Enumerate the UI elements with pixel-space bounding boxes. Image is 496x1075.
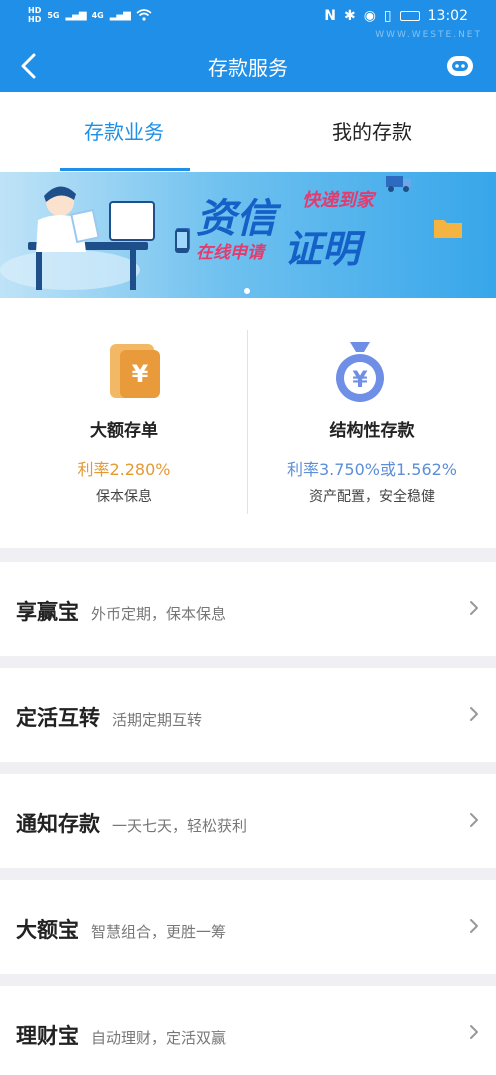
- banner-text-main-left: 资信: [196, 196, 276, 242]
- list-item-title: 通知存款: [16, 812, 100, 836]
- list-item-title: 大额宝: [16, 918, 79, 942]
- tab-bar: 存款业务 我的存款: [0, 92, 496, 172]
- list-item-subtitle: 外币定期，保本保息: [91, 605, 227, 623]
- list-item-subtitle: 智慧组合，更胜一筹: [91, 923, 227, 941]
- hd-indicator: HD HD: [28, 6, 42, 24]
- list-item-subtitle: 一天七天，轻松获利: [112, 817, 248, 835]
- product-rate: 利率2.280%: [77, 460, 171, 479]
- list-item-title: 理财宝: [16, 1024, 79, 1048]
- product-name: 结构性存款: [329, 421, 415, 441]
- product-desc: 资产配置，安全稳健: [309, 489, 435, 505]
- status-time: 13:02: [427, 8, 468, 24]
- nfc-icon: N: [324, 8, 336, 24]
- signal-icon: ▂▄▆: [65, 9, 86, 21]
- tab-deposit-business[interactable]: 存款业务: [0, 116, 248, 145]
- vibrate-icon: ▯: [383, 8, 392, 24]
- list-item-subtitle: 活期定期互转: [112, 711, 203, 729]
- folder-icon: [434, 220, 462, 238]
- list-item-title: 享赢宝: [16, 600, 79, 624]
- product-large-cd[interactable]: ¥ 大额存单 利率2.280% 保本保息: [0, 298, 248, 548]
- product-structured-deposit[interactable]: ¥ 结构性存款 利率3.750%或1.562% 资产配置，安全稳健: [248, 298, 496, 548]
- chevron-right-icon: [470, 1025, 478, 1039]
- wifi-icon: [136, 9, 152, 21]
- list-item-daebao[interactable]: 大额宝 智慧组合，更胜一筹: [0, 880, 496, 974]
- list-item-title: 定活互转: [16, 706, 100, 730]
- list-item-subtitle: 自动理财，定活双赢: [91, 1029, 227, 1047]
- active-tab-indicator: [60, 168, 190, 171]
- list-item-licaibao[interactable]: 理财宝 自动理财，定活双赢: [0, 986, 496, 1075]
- product-cards: ¥ 大额存单 利率2.280% 保本保息 ¥ 结构性存款 利率3.750%或1.…: [0, 298, 496, 548]
- page-title: 存款服务: [208, 56, 288, 80]
- phone-icon: [175, 229, 189, 253]
- list-item-xiangyingbao[interactable]: 享赢宝 外币定期，保本保息: [0, 562, 496, 656]
- product-rate: 利率3.750%或1.562%: [286, 460, 458, 479]
- list-item-transfer[interactable]: 定活互转 活期定期互转: [0, 668, 496, 762]
- chevron-right-icon: [470, 707, 478, 721]
- banner-page-dot: [244, 288, 250, 294]
- banner-text-main-right: 证明: [284, 227, 361, 271]
- svg-text:¥: ¥: [132, 360, 149, 388]
- signal-icon: ▂▄▆: [109, 9, 131, 21]
- location-icon: ◉: [363, 8, 376, 24]
- yen-card-icon: ¥: [110, 344, 160, 398]
- product-desc: 保本保息: [96, 489, 152, 505]
- money-bag-icon: ¥: [336, 342, 384, 402]
- tab-my-deposits[interactable]: 我的存款: [248, 116, 496, 145]
- status-bar: HD HD 5G ▂▄▆ 4G ▂▄▆ N ✱ ◉ ▯ 13:02 WWW.WE…: [0, 0, 496, 40]
- robot-assistant-icon[interactable]: [444, 52, 476, 80]
- network-4g-label: 4G: [91, 10, 104, 20]
- product-name: 大额存单: [90, 421, 158, 441]
- network-5g-label: 5G: [47, 10, 60, 20]
- promo-banner[interactable]: 资信 快递到家 在线申请 证明: [0, 172, 496, 298]
- list-item-notice-deposit[interactable]: 通知存款 一天七天，轻松获利: [0, 774, 496, 868]
- svg-text:¥: ¥: [352, 368, 368, 393]
- banner-text-delivery: 快递到家: [302, 190, 374, 211]
- header-bar: HD HD 5G ▂▄▆ 4G ▂▄▆ N ✱ ◉ ▯ 13:02 WWW.WE…: [0, 0, 496, 92]
- chevron-right-icon: [470, 601, 478, 615]
- bluetooth-icon: ✱: [343, 8, 356, 24]
- delivery-truck-icon: [386, 176, 411, 192]
- chevron-right-icon: [470, 813, 478, 827]
- title-bar: 存款服务: [0, 40, 496, 92]
- chevron-right-icon: [470, 919, 478, 933]
- battery-icon: [399, 11, 420, 21]
- person-at-desk-illustration: [0, 186, 190, 290]
- watermark: WWW.WESTE.NET: [375, 30, 482, 40]
- banner-text-apply-online: 在线申请: [196, 243, 264, 263]
